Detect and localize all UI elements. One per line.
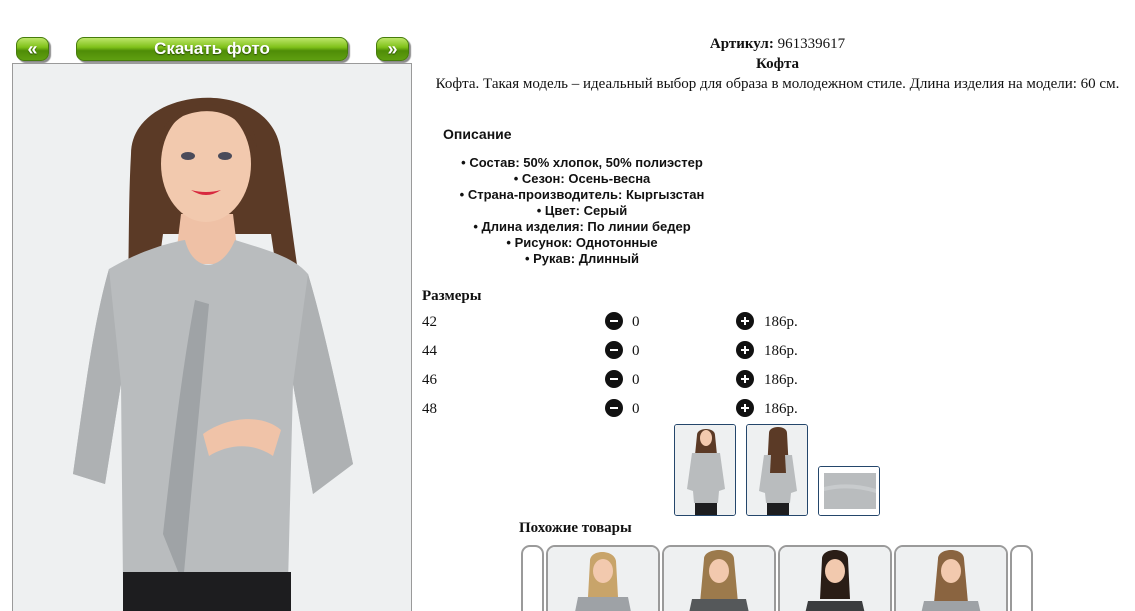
photo-thumbnail[interactable] [674, 424, 736, 516]
property-item: Страна-производитель: Кыргызстан [432, 187, 732, 203]
size-price: 186р. [764, 343, 798, 359]
thumbnail-fabric-image [819, 467, 879, 515]
size-label: 48 [422, 401, 437, 417]
similar-products-title: Похожие товары [519, 520, 632, 536]
property-item: Состав: 50% хлопок, 50% полиэстер [432, 155, 732, 171]
minus-circle-icon[interactable] [605, 370, 623, 388]
thumbnail-front-image [675, 425, 735, 515]
plus-circle-icon[interactable] [736, 370, 754, 388]
photo-thumbnail[interactable] [746, 424, 808, 516]
plus-circle-icon[interactable] [736, 399, 754, 417]
minus-circle-icon[interactable] [605, 312, 623, 330]
size-price: 186р. [764, 314, 798, 330]
photo-thumbnail[interactable] [818, 466, 880, 516]
property-item: Цвет: Серый [432, 203, 732, 219]
similar-scroll-right-button[interactable] [1010, 545, 1033, 611]
download-photo-button[interactable]: Скачать фото [76, 37, 348, 61]
size-label: 42 [422, 314, 437, 330]
prev-photo-button[interactable]: « [16, 37, 49, 61]
product-info: Артикул: 961339617 Кофта Кофта. Такая мо… [420, 34, 1135, 94]
product-name: Кофта [755, 56, 800, 72]
property-item: Сезон: Осень-весна [432, 171, 732, 187]
property-item: Рукав: Длинный [432, 251, 732, 267]
article-label: Артикул: [709, 36, 774, 52]
size-row: 48 0 186р. [422, 399, 822, 419]
similar-product-card[interactable] [546, 545, 660, 611]
size-price: 186р. [764, 372, 798, 388]
size-label: 46 [422, 372, 437, 388]
minus-circle-icon[interactable] [605, 341, 623, 359]
similar-product-card[interactable] [894, 545, 1008, 611]
similar-product-card[interactable] [778, 545, 892, 611]
size-row: 42 0 186р. [422, 312, 822, 332]
thumbnail-back-image [747, 425, 807, 515]
model-illustration [13, 64, 411, 611]
similar-product-image [548, 547, 658, 611]
similar-product-image [664, 547, 774, 611]
size-row: 44 0 186р. [422, 341, 822, 361]
sizes-title: Размеры [422, 288, 482, 304]
article-line: Артикул: 961339617 [420, 34, 1135, 54]
description-title: Описание [443, 126, 512, 142]
size-label: 44 [422, 343, 437, 359]
property-list: Состав: 50% хлопок, 50% полиэстер Сезон:… [432, 155, 732, 267]
article-value: 961339617 [777, 36, 846, 52]
size-price: 186р. [764, 401, 798, 417]
quantity-value: 0 [632, 343, 640, 359]
product-description: Кофта. Такая модель – идеальный выбор дл… [435, 76, 1120, 92]
quantity-value: 0 [632, 314, 640, 330]
similar-product-image [780, 547, 890, 611]
similar-product-image [896, 547, 1006, 611]
property-item: Рисунок: Однотонные [432, 235, 732, 251]
minus-circle-icon[interactable] [605, 399, 623, 417]
similar-scroll-left-button[interactable] [521, 545, 544, 611]
property-item: Длина изделия: По линии бедер [432, 219, 732, 235]
quantity-value: 0 [632, 372, 640, 388]
size-row: 46 0 186р. [422, 370, 822, 390]
plus-circle-icon[interactable] [736, 312, 754, 330]
next-photo-button[interactable]: » [376, 37, 409, 61]
main-product-photo [12, 63, 412, 611]
similar-product-card[interactable] [662, 545, 776, 611]
plus-circle-icon[interactable] [736, 341, 754, 359]
quantity-value: 0 [632, 401, 640, 417]
